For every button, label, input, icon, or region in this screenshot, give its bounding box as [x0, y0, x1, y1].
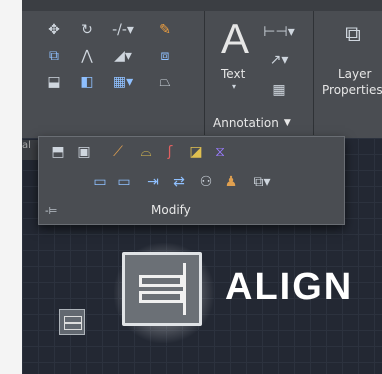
align-large-bar-bottom: [139, 291, 183, 303]
copy-icon[interactable]: ⧉: [44, 46, 64, 66]
layer-properties-label-2[interactable]: Properties: [322, 83, 382, 97]
file-tab-stub[interactable]: al: [22, 140, 38, 160]
draworder-icon[interactable]: ⬒: [49, 144, 67, 160]
layer-properties-icon[interactable]: ⧉: [340, 22, 366, 48]
annotation-panel-label: Annotation: [213, 116, 279, 130]
explode-icon[interactable]: ⧈: [152, 46, 178, 66]
ribbon: ✥ ↻ -/-▾ ✎ ⧉ ⋀ ◢▾ ⧈ ⬓ ◧ ▦▾ ⏢ A Text ▾ ⊢⊣…: [22, 0, 382, 138]
edit-array-icon[interactable]: ◪: [187, 144, 205, 160]
hatch-edit-icon[interactable]: ▣: [75, 144, 93, 160]
trim-icon[interactable]: -/-▾: [110, 20, 136, 40]
reverse-icon[interactable]: ⧖: [211, 144, 229, 160]
ribbon-tab-strip: [22, 0, 382, 11]
stretch-icon[interactable]: ⬓: [44, 72, 64, 92]
chamfer-icon[interactable]: ⇄: [169, 174, 189, 190]
delete-duplicates-icon[interactable]: ♟: [223, 174, 239, 190]
align-button[interactable]: [59, 309, 85, 335]
panel-separator: [204, 11, 205, 135]
scale-icon[interactable]: ◧: [77, 72, 97, 92]
leader-icon[interactable]: ↗▾: [265, 50, 293, 70]
break-icon[interactable]: ▭: [115, 174, 133, 190]
annotation-panel-title[interactable]: Annotation ▼: [213, 116, 291, 130]
align-large-icon: [122, 252, 202, 326]
mirror-icon[interactable]: ⋀: [77, 46, 97, 66]
align-large-bar-top: [139, 275, 183, 287]
offset-icon[interactable]: ⏢: [152, 72, 178, 92]
rotate-icon[interactable]: ↻: [77, 20, 97, 40]
text-tool-label[interactable]: Text: [221, 67, 245, 81]
array-icon[interactable]: ▦▾: [110, 72, 136, 92]
lengthen-icon[interactable]: ⟋: [109, 144, 127, 160]
annotation-expand-icon[interactable]: ▼: [284, 118, 291, 128]
copy-nested-icon[interactable]: ⧉▾: [249, 174, 275, 190]
join-icon[interactable]: ⇥: [143, 174, 163, 190]
pin-panel-icon[interactable]: -⊨: [45, 206, 57, 217]
fillet-icon[interactable]: ◢▾: [110, 46, 136, 66]
break-at-point-icon[interactable]: ▭: [91, 174, 109, 190]
panel-separator: [313, 11, 314, 135]
align-icon-bar: [64, 323, 82, 330]
edit-polyline-icon[interactable]: ⌓: [137, 144, 155, 160]
blend-curves-icon[interactable]: ⚇: [197, 174, 215, 190]
layer-properties-label-1[interactable]: Layer: [338, 67, 371, 81]
modify-panel-flyout: ⬒ ▣ ⟋ ⌓ ʃ ◪ ⧖ ▭ ▭ ⇥ ⇄ ⚇ ♟ ⧉▾ -⊨ Modify: [38, 136, 345, 335]
modify-panel-title: Modify: [151, 203, 191, 217]
erase-icon[interactable]: ✎: [152, 20, 178, 40]
move-icon[interactable]: ✥: [44, 20, 64, 40]
align-large-guide: [183, 263, 186, 315]
tool-name-label: ALIGN: [225, 266, 354, 308]
table-icon[interactable]: ▦: [269, 80, 289, 100]
text-dropdown-icon[interactable]: ▾: [229, 82, 239, 92]
dimension-icon[interactable]: ⊢⊣▾: [263, 22, 294, 42]
text-tool-glyph[interactable]: A: [218, 14, 252, 64]
align-icon: [64, 316, 82, 323]
edit-spline-icon[interactable]: ʃ: [161, 144, 179, 160]
autocad-window: ✥ ↻ -/-▾ ✎ ⧉ ⋀ ◢▾ ⧈ ⬓ ◧ ▦▾ ⏢ A Text ▾ ⊢⊣…: [22, 0, 382, 374]
